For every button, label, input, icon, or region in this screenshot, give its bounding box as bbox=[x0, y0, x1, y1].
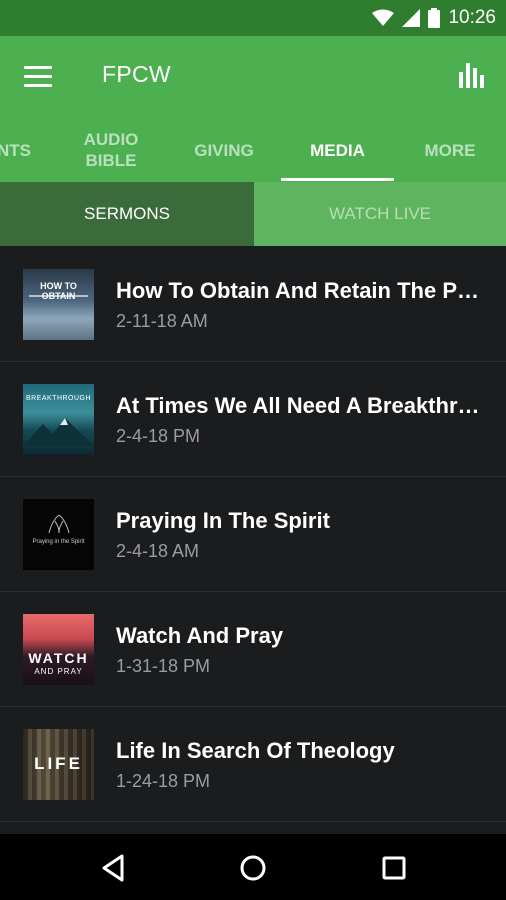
list-item[interactable]: HOW TO OBTAIN How To Obtain And Retain T… bbox=[0, 246, 506, 362]
battery-icon bbox=[428, 8, 441, 28]
status-time: 10:26 bbox=[448, 7, 496, 28]
main-tabs: NTS AUDIO BIBLE GIVING MEDIA MORE bbox=[0, 118, 506, 182]
tab-media[interactable]: MEDIA bbox=[281, 118, 394, 182]
subtab-watch-live[interactable]: WATCH LIVE bbox=[254, 182, 506, 246]
sermon-thumbnail: LIFE bbox=[23, 729, 94, 800]
app-bar: FPCW bbox=[0, 36, 506, 118]
tab-events[interactable]: NTS bbox=[0, 118, 38, 182]
sermon-list: HOW TO OBTAIN How To Obtain And Retain T… bbox=[0, 246, 506, 834]
list-item[interactable]: Praying in the Spirit Praying In The Spi… bbox=[0, 476, 506, 592]
tab-indicator bbox=[281, 178, 394, 181]
status-icons: 10:26 bbox=[372, 0, 496, 36]
sermon-thumbnail: BREAKTHROUGH bbox=[23, 384, 94, 455]
tab-giving[interactable]: GIVING bbox=[175, 118, 273, 182]
list-item[interactable]: LIFE Life In Search Of Theology 1-24-18 … bbox=[0, 706, 506, 822]
sermon-title: Watch And Pray bbox=[116, 623, 284, 648]
tab-more[interactable]: MORE bbox=[402, 118, 498, 182]
sermon-thumbnail: Praying in the Spirit bbox=[23, 499, 94, 570]
system-nav-bar bbox=[0, 834, 506, 900]
sermon-title: Life In Search Of Theology bbox=[116, 738, 395, 763]
sermon-date: 2-11-18 AM bbox=[116, 311, 208, 331]
sermon-title: How To Obtain And Retain The Presence Of… bbox=[116, 278, 486, 303]
wifi-icon bbox=[372, 9, 395, 26]
home-icon[interactable] bbox=[233, 848, 273, 888]
sermon-thumbnail: WATCH AND PRAY bbox=[23, 614, 94, 685]
menu-icon[interactable] bbox=[24, 64, 54, 88]
back-icon[interactable] bbox=[94, 848, 134, 888]
chart-icon[interactable] bbox=[458, 60, 488, 90]
media-subtabs: SERMONS WATCH LIVE bbox=[0, 182, 506, 246]
sermon-date: 1-31-18 PM bbox=[116, 656, 211, 676]
recents-icon[interactable] bbox=[374, 848, 414, 888]
hands-graphic bbox=[48, 514, 70, 534]
signal-icon bbox=[402, 9, 421, 27]
list-item[interactable]: WATCH AND PRAY Watch And Pray 1-31-18 PM bbox=[0, 591, 506, 707]
sermon-thumbnail: HOW TO OBTAIN bbox=[23, 269, 94, 340]
sermon-date: 2-4-18 AM bbox=[116, 541, 200, 561]
sermon-title: At Times We All Need A Breakthrough bbox=[116, 393, 486, 418]
subtab-sermons[interactable]: SERMONS bbox=[0, 182, 254, 246]
app-title: FPCW bbox=[102, 61, 171, 87]
sermon-date: 1-24-18 PM bbox=[116, 771, 211, 791]
tab-audio-bible[interactable]: AUDIO BIBLE bbox=[62, 118, 160, 182]
sermon-title: Praying In The Spirit bbox=[116, 508, 330, 533]
status-bar: 10:26 bbox=[0, 0, 506, 36]
mountain-graphic bbox=[23, 418, 94, 446]
list-item[interactable]: BREAKTHROUGH At Times We All Need A Brea… bbox=[0, 361, 506, 477]
sermon-date: 2-4-18 PM bbox=[116, 426, 201, 446]
